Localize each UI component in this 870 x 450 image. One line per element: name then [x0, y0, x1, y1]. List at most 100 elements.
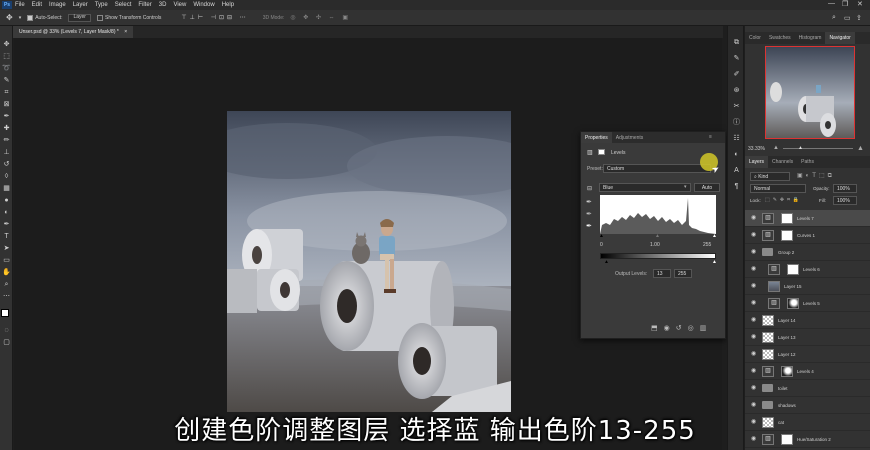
layer-visibility-eye-icon[interactable]: ◉	[751, 333, 756, 340]
opacity-input[interactable]: 100%	[833, 184, 857, 193]
type-tool-icon[interactable]: T	[2, 232, 11, 241]
output-white-input[interactable]: 255	[674, 269, 692, 278]
input-gamma-value[interactable]: 1.00	[650, 242, 660, 248]
layer-visibility-eye-icon[interactable]: ◉	[751, 401, 756, 408]
layer-filter-icons[interactable]: ▣◐T⬚⧉	[797, 172, 835, 180]
layer-visibility-eye-icon[interactable]: ◉	[751, 265, 756, 272]
layer-filter-dropdown[interactable]: ⌕ Kind	[750, 172, 790, 181]
character-icon[interactable]: A	[732, 166, 741, 175]
eyedropper-tool-icon[interactable]: ✒	[2, 112, 11, 121]
menu-edit[interactable]: Edit	[32, 2, 42, 8]
frame-tool-icon[interactable]: ⊠	[2, 100, 11, 109]
output-black-input[interactable]: 13	[653, 269, 671, 278]
tab-layers[interactable]: Layers	[745, 156, 769, 168]
layer-visibility-eye-icon[interactable]: ◉	[751, 214, 756, 221]
fill-input[interactable]: 100%	[833, 196, 857, 205]
info-icon[interactable]: ⓘ	[732, 118, 741, 127]
dodge-tool-icon[interactable]: ◐	[2, 208, 11, 217]
adjustments-icon[interactable]: ◐	[732, 150, 741, 159]
preset-dropdown[interactable]: Custom	[603, 164, 711, 173]
lasso-tool-icon[interactable]: ➰	[2, 64, 11, 73]
menu-window[interactable]: Window	[193, 2, 214, 8]
layer-mask-icon[interactable]	[598, 149, 605, 155]
clone-stamp-icon[interactable]: ⊥	[2, 148, 11, 157]
layer-visibility-eye-icon[interactable]: ◉	[751, 384, 756, 391]
layer-visibility-eye-icon[interactable]: ◉	[751, 299, 756, 306]
move-tool-icon[interactable]: ✥	[6, 13, 13, 22]
paragraph-icon[interactable]: ¶	[732, 182, 741, 191]
3d-mode-icons[interactable]: ◎ ✥ ✣ ⇔ ▣	[290, 14, 351, 21]
brush-settings-icon[interactable]: ✎	[732, 54, 741, 63]
zoom-in-icon[interactable]: ▲	[857, 145, 864, 152]
reset-icon[interactable]: ↺	[676, 325, 688, 332]
layer-row[interactable]: ◉ Layer 13	[745, 329, 870, 346]
layer-visibility-eye-icon[interactable]: ◉	[751, 350, 756, 357]
input-black-value[interactable]: 0	[600, 242, 603, 248]
pen-tool-icon[interactable]: ✒	[2, 220, 11, 229]
layer-row[interactable]: ◉ ▥ Curves 1	[745, 227, 870, 244]
layer-row[interactable]: ◉ ▥ Levels 4	[745, 363, 870, 380]
healing-brush-icon[interactable]: ✚	[2, 124, 11, 133]
layer-visibility-eye-icon[interactable]: ◉	[751, 231, 756, 238]
layer-mask-thumbnail[interactable]	[781, 366, 793, 377]
tab-navigator[interactable]: Navigator	[825, 32, 855, 44]
blend-mode-dropdown[interactable]: Normal	[750, 184, 806, 193]
navigator-preview[interactable]	[765, 46, 855, 139]
view-previous-icon[interactable]: ◉	[664, 325, 676, 332]
tab-color[interactable]: Color	[745, 32, 765, 44]
tab-channels[interactable]: Channels	[768, 156, 797, 168]
more-tools-icon[interactable]: ⋯	[2, 292, 11, 301]
layer-visibility-eye-icon[interactable]: ◉	[751, 316, 756, 323]
layer-mask-thumbnail[interactable]	[781, 230, 793, 241]
foreground-color-swatch[interactable]	[1, 309, 9, 317]
white-point-eyedropper-icon[interactable]: ✒	[586, 222, 592, 230]
zoom-slider-thumb[interactable]: ▲	[798, 145, 803, 151]
layer-visibility-eye-icon[interactable]: ◉	[751, 367, 756, 374]
layer-row[interactable]: ◉ toilet	[745, 380, 870, 397]
gradient-tool-icon[interactable]: ▦	[2, 184, 11, 193]
crop-tool-icon[interactable]: ⌗	[2, 88, 11, 97]
input-white-value[interactable]: 255	[703, 242, 711, 248]
gray-point-eyedropper-icon[interactable]: ✒	[586, 210, 592, 218]
menu-select[interactable]: Select	[115, 2, 132, 8]
menu-layer[interactable]: Layer	[73, 2, 88, 8]
show-transform-checkbox[interactable]: Show Transform Controls	[96, 14, 161, 21]
visibility-eye-icon[interactable]: ◎	[688, 325, 700, 332]
minimize-button[interactable]: —	[828, 0, 835, 7]
tool-presets-icon[interactable]: ✂	[732, 102, 741, 111]
layer-row[interactable]: ◉ Layer 15	[745, 278, 870, 295]
history-brush-icon[interactable]: ↺	[2, 160, 11, 169]
black-point-eyedropper-icon[interactable]: ✒	[586, 198, 592, 206]
menu-image[interactable]: Image	[49, 2, 66, 8]
layer-mask-thumbnail[interactable]	[781, 213, 793, 224]
tab-adjustments[interactable]: Adjustments	[612, 132, 648, 143]
search-icon[interactable]: ⌕	[832, 14, 836, 22]
document-tab[interactable]: Unser.psd @ 33% (Levels 7, Layer Mask/8)…	[13, 26, 134, 38]
layer-visibility-eye-icon[interactable]: ◉	[751, 248, 756, 255]
menu-help[interactable]: Help	[222, 2, 234, 8]
marquee-tool-icon[interactable]: ⬚	[2, 52, 11, 61]
menu-view[interactable]: View	[173, 2, 186, 8]
eraser-tool-icon[interactable]: ◊	[2, 172, 11, 181]
input-gamma-slider[interactable]: ▲	[655, 233, 660, 239]
history-icon[interactable]: ⧉	[732, 38, 741, 47]
layer-row[interactable]: ◉ Group 2	[745, 244, 870, 261]
shape-tool-icon[interactable]: ▭	[2, 256, 11, 265]
maximize-button[interactable]: ❐	[842, 0, 848, 8]
document-image[interactable]	[227, 111, 511, 412]
tab-swatches[interactable]: Swatches	[765, 32, 795, 44]
panel-menu-icon[interactable]: ≡	[709, 134, 712, 140]
layer-mask-thumbnail[interactable]	[787, 298, 799, 309]
menu-3d[interactable]: 3D	[159, 2, 167, 8]
tool-preset-dropdown[interactable]: ▾	[19, 15, 22, 21]
brushes-icon[interactable]: ✐	[732, 70, 741, 79]
close-window-button[interactable]: ✕	[857, 0, 863, 8]
layer-row[interactable]: ◉ shadows	[745, 397, 870, 414]
close-tab-icon[interactable]: ×	[124, 29, 127, 35]
tab-paths[interactable]: Paths	[797, 156, 818, 168]
layer-mask-thumbnail[interactable]	[787, 264, 799, 275]
quick-select-tool-icon[interactable]: ✎	[2, 76, 11, 85]
lock-icons[interactable]: ⬚✎✥⌗🔒	[765, 197, 802, 203]
layer-row[interactable]: ◉ Layer 12	[745, 346, 870, 363]
path-select-icon[interactable]: ➤	[2, 244, 11, 253]
